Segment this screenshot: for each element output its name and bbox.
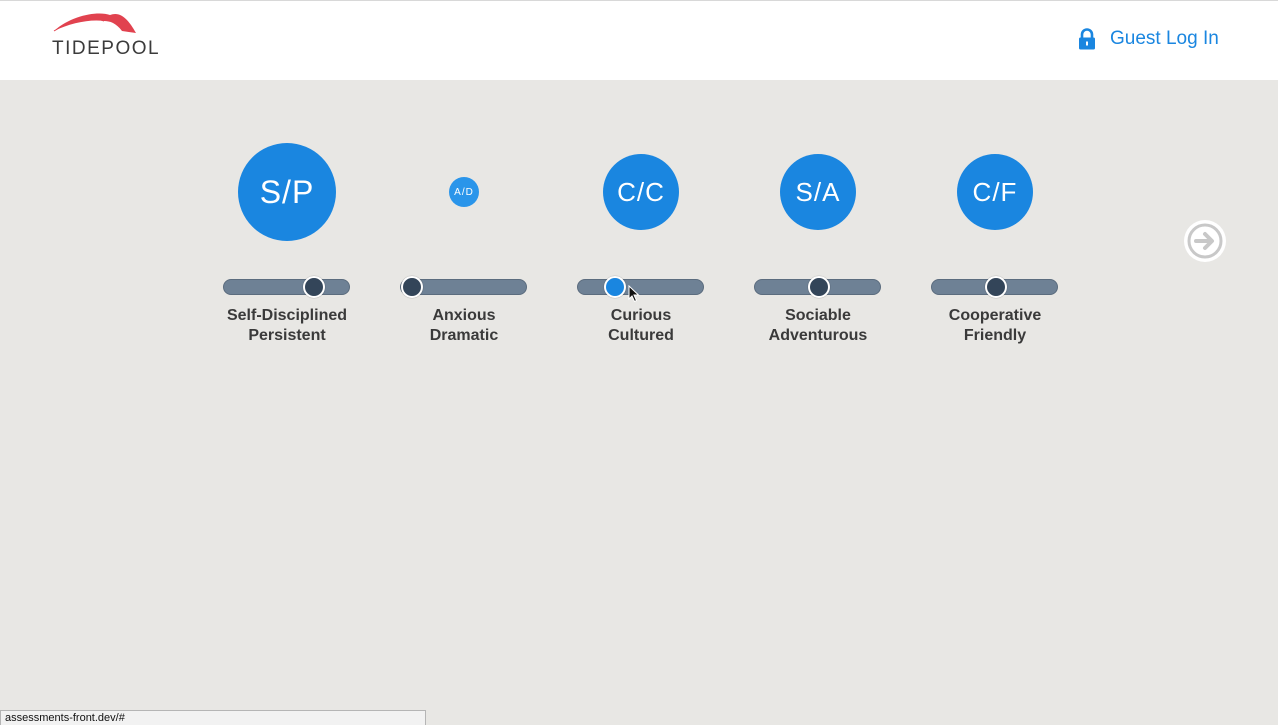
trait-slider-track[interactable] — [577, 276, 704, 298]
trait-slider-panel: S/P Self-Disciplined Persistent A/D Anxious D… — [0, 80, 1278, 725]
trait-label: Cooperative Friendly — [925, 306, 1065, 346]
guest-login-label: Guest Log In — [1110, 28, 1219, 49]
trait-bubble-area: S/P — [217, 80, 357, 305]
trait-label-line1: Sociable — [785, 307, 851, 324]
trait-label-line2: Cultured — [608, 327, 674, 344]
trait-slider-thumb[interactable] — [401, 276, 423, 298]
trait-column: S/P Self-Disciplined Persistent — [217, 80, 357, 360]
trait-slider-track[interactable] — [931, 276, 1058, 298]
trait-label-line2: Persistent — [248, 327, 326, 344]
trait-bubble-area: A/D — [394, 80, 534, 305]
wave-logo-icon — [53, 13, 136, 33]
trait-label: Anxious Dramatic — [394, 306, 534, 346]
trait-bubble-area: S/A — [748, 80, 888, 305]
trait-bubble-area: C/F — [925, 80, 1065, 305]
status-bar-url: assessments-front.dev/# — [0, 710, 426, 725]
trait-column: A/D Anxious Dramatic — [394, 80, 534, 360]
trait-column: C/C Curious Cultured — [571, 80, 711, 360]
trait-bubble: C/C — [603, 154, 679, 230]
trait-slider-thumb[interactable] — [807, 276, 830, 298]
trait-label-line1: Curious — [610, 307, 672, 324]
logo-text: TIDEPOOL — [52, 38, 161, 59]
tidepool-logo[interactable]: TIDEPOOL — [50, 9, 159, 69]
trait-column: S/A Sociable Adventurous — [748, 80, 888, 360]
lock-icon — [1079, 28, 1095, 50]
trait-label-line2: Adventurous — [768, 327, 868, 344]
trait-label: Sociable Adventurous — [748, 306, 888, 346]
trait-label-line1: Cooperative — [948, 307, 1042, 324]
trait-label-line1: Self-Disciplined — [226, 307, 348, 324]
trait-label-line2: Friendly — [963, 327, 1027, 344]
guest-login-link[interactable]: Guest Log In — [1078, 26, 1219, 52]
trait-bubble: S/A — [780, 154, 856, 230]
trait-label-line2: Dramatic — [429, 327, 499, 344]
header: TIDEPOOL Guest Log In — [0, 0, 1278, 80]
trait-bubble: A/D — [449, 177, 479, 207]
trait-slider-thumb[interactable] — [604, 276, 627, 298]
trait-slider-thumb[interactable] — [302, 276, 325, 298]
trait-label: Curious Cultured — [571, 306, 711, 346]
trait-bubble: S/P — [238, 143, 336, 241]
trait-bubble: C/F — [957, 154, 1033, 230]
trait-bubble-area: C/C — [571, 80, 711, 305]
trait-slider-track[interactable] — [754, 276, 881, 298]
next-arrow-icon[interactable] — [1183, 219, 1227, 263]
trait-slider-track[interactable] — [223, 276, 350, 298]
trait-label: Self-Disciplined Persistent — [217, 306, 357, 346]
trait-slider-track[interactable] — [400, 276, 527, 298]
trait-slider-thumb[interactable] — [984, 276, 1007, 298]
trait-column: C/F Cooperative Friendly — [925, 80, 1065, 360]
trait-label-line1: Anxious — [432, 307, 496, 324]
